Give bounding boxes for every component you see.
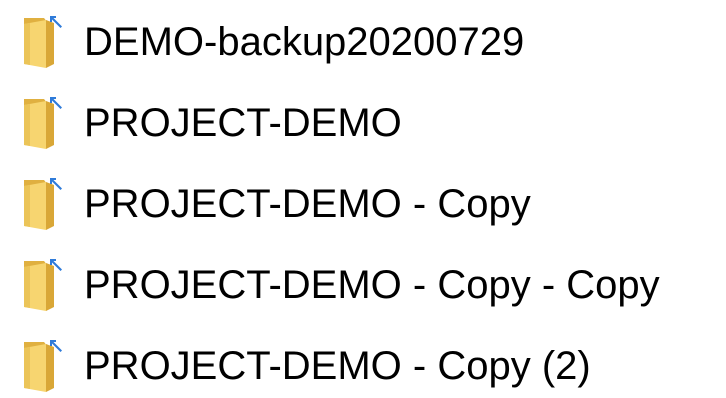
folder-shortcut-icon	[10, 338, 70, 394]
list-item[interactable]: PROJECT-DEMO	[10, 91, 722, 155]
folder-shortcut-icon	[10, 14, 70, 70]
folder-shortcut-icon	[10, 176, 70, 232]
file-name: PROJECT-DEMO - Copy - Copy	[84, 263, 660, 307]
list-item[interactable]: DEMO-backup20200729	[10, 10, 722, 74]
list-item[interactable]: PROJECT-DEMO - Copy	[10, 172, 722, 236]
file-name: DEMO-backup20200729	[84, 20, 525, 64]
list-item[interactable]: PROJECT-DEMO - Copy (2)	[10, 334, 722, 398]
file-name: PROJECT-DEMO - Copy (2)	[84, 344, 591, 388]
folder-shortcut-icon	[10, 257, 70, 313]
list-item[interactable]: PROJECT-DEMO - Copy - Copy	[10, 253, 722, 317]
folder-shortcut-icon	[10, 95, 70, 151]
file-name: PROJECT-DEMO	[84, 101, 402, 145]
file-name: PROJECT-DEMO - Copy	[84, 182, 531, 226]
file-list: DEMO-backup20200729 PROJECT-DEMO PROJECT	[0, 0, 726, 396]
